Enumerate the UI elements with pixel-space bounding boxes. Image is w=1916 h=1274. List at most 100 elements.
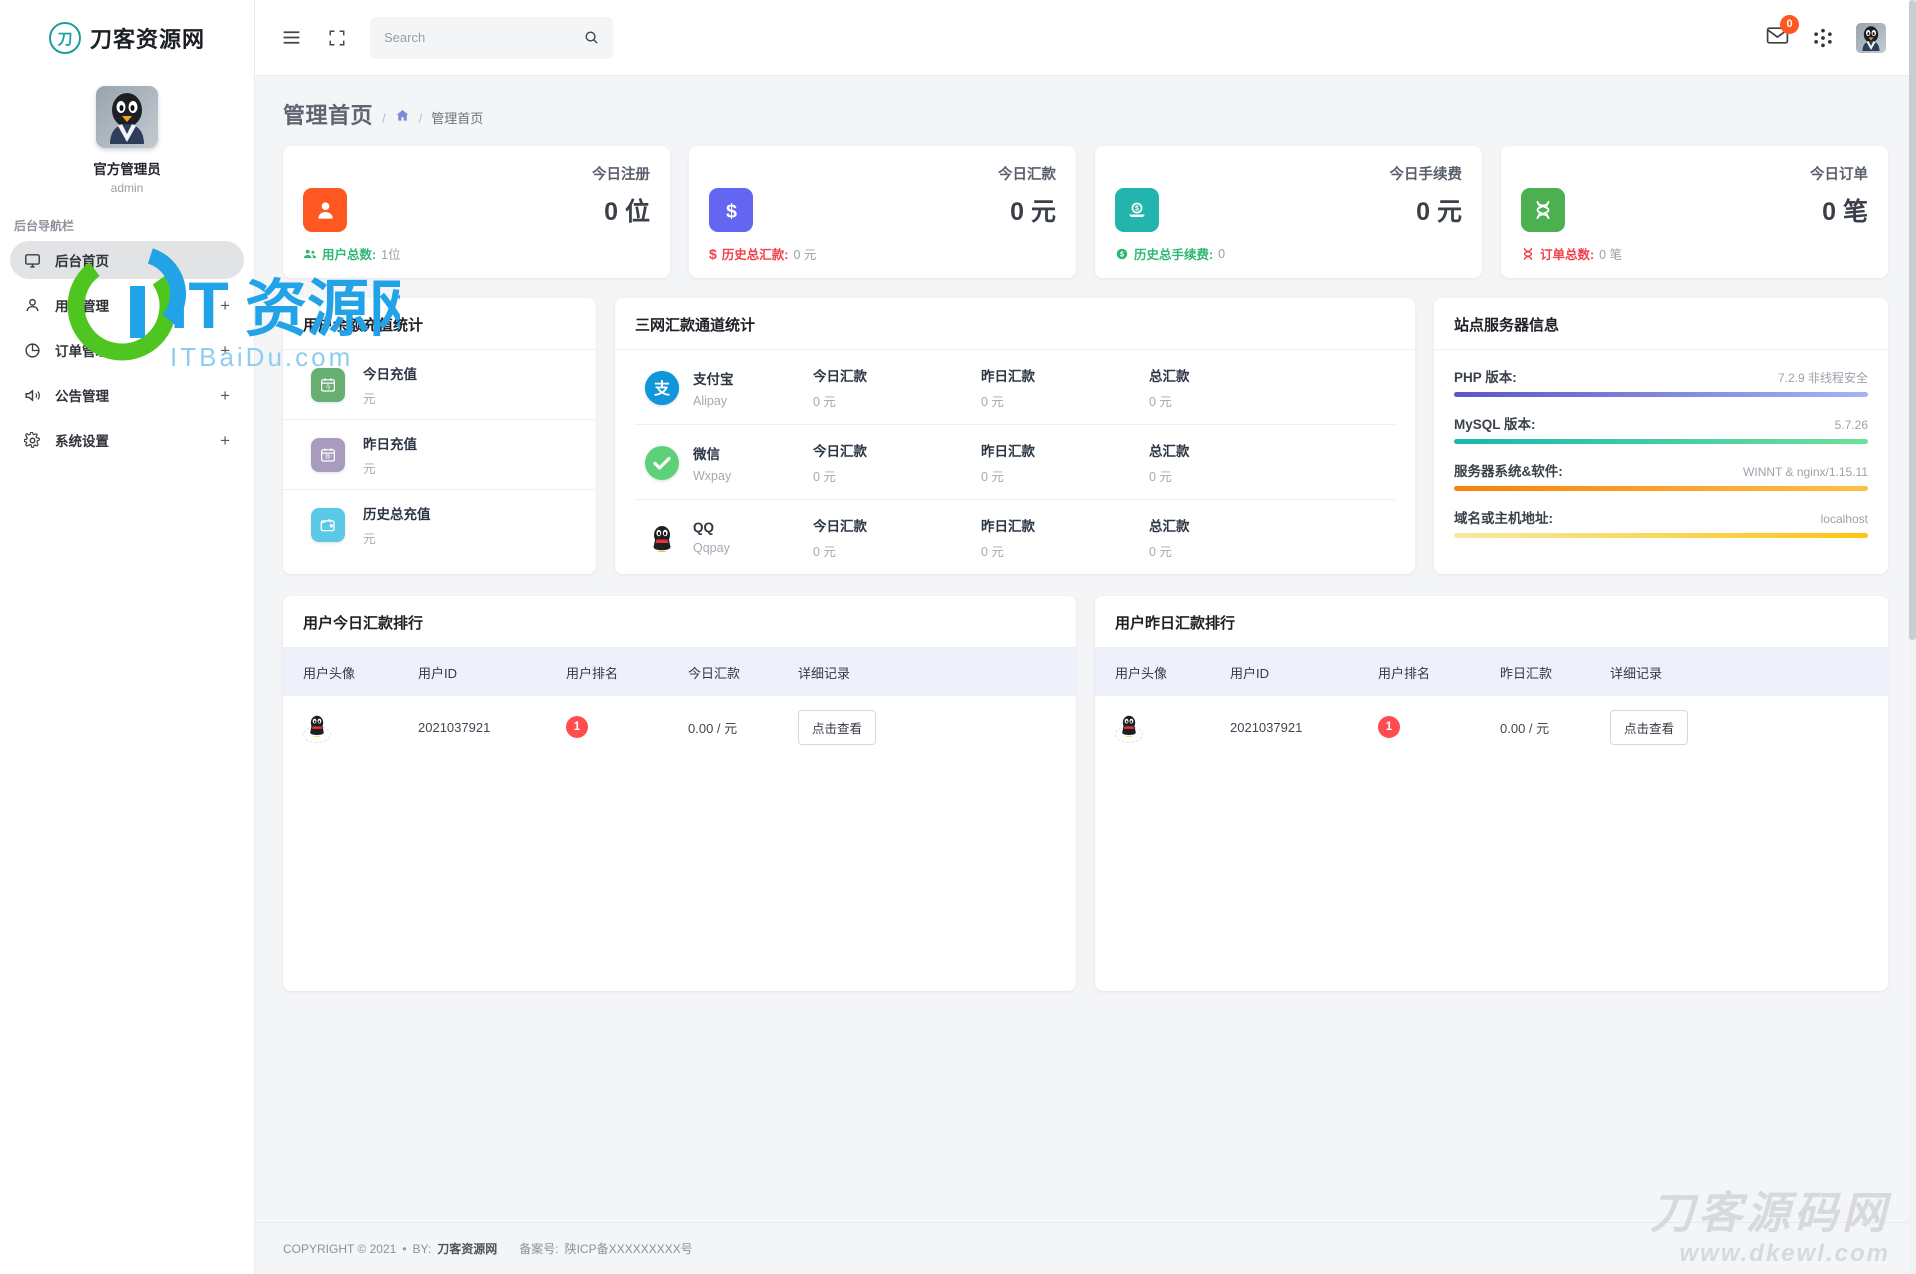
expand-icon[interactable]: + (220, 342, 230, 359)
expand-icon[interactable]: + (220, 432, 230, 449)
channel-col-header: 昨日汇款 (981, 444, 1035, 459)
footer-icp-value: 陕ICP备XXXXXXXXX号 (564, 1242, 693, 1256)
card-title: 站点服务器信息 (1434, 298, 1888, 350)
mail-icon[interactable]: 0 (1765, 14, 1799, 53)
apps-icon[interactable] (1812, 27, 1834, 49)
recharge-row: 今 今日充值 元 (283, 350, 596, 419)
calendar-today-icon: 今 (311, 368, 345, 402)
channel-col-header: 今日汇款 (813, 369, 867, 384)
table-row: 2021037921 1 0.00 / 元 点击查看 (283, 696, 1076, 758)
sidebar-item-dashboard[interactable]: 后台首页 (10, 241, 244, 279)
expand-icon[interactable]: + (220, 297, 230, 314)
svg-text:$: $ (1135, 206, 1139, 213)
channel-col-header: 昨日汇款 (981, 519, 1035, 534)
footer-icp-label: 备案号: (519, 1242, 559, 1256)
page-footer: COPYRIGHT © 2021 • BY: 刀客资源网 备案号: 陕ICP备X… (255, 1222, 1916, 1274)
status-badge: 1 (1378, 716, 1400, 738)
channel-code: Wxpay (693, 468, 732, 483)
expand-icon[interactable]: + (220, 387, 230, 404)
channel-col-header: 总汇款 (1149, 369, 1190, 384)
coin-stack-icon: $ (1115, 188, 1159, 232)
calendar-yesterday-icon: 昨 (311, 438, 345, 472)
home-icon[interactable] (395, 108, 410, 123)
server-info-key: PHP 版本: (1454, 370, 1517, 385)
page-title: 管理首页 (283, 103, 374, 128)
row-rank-cell: 1 (1378, 716, 1500, 738)
server-info-value: 5.7.26 (1834, 418, 1868, 432)
channel-code: Alipay (693, 393, 728, 408)
recharge-name: 历史总充值 (363, 507, 431, 522)
col-header-detail: 详细记录 (1610, 665, 1663, 681)
search-icon[interactable] (584, 30, 599, 45)
recharge-name: 今日充值 (363, 367, 417, 382)
sidebar-nav: 后台首页 用户管理 + 订单管理 + 公告管理 + 系统设置 + (0, 241, 254, 459)
col-header-userid: 用户ID (418, 665, 458, 681)
brand-mark-icon: 刀 (48, 22, 81, 54)
recharge-unit: 元 (363, 462, 376, 476)
col-header-rank: 用户排名 (1378, 665, 1431, 681)
view-detail-button[interactable]: 点击查看 (798, 709, 877, 745)
sidebar-item-settings[interactable]: 系统设置 + (10, 421, 244, 459)
fullscreen-icon[interactable] (328, 29, 346, 47)
stat-value: 0 元 (1010, 198, 1056, 226)
recharge-row: 历史总充值 元 (283, 489, 596, 559)
user-profile: 官方管理员 admin (0, 76, 254, 195)
svg-text:支: 支 (653, 379, 671, 398)
hamburger-icon[interactable] (281, 27, 302, 48)
mail-badge: 0 (1780, 14, 1799, 34)
dna-icon (1521, 188, 1565, 232)
qq-penguin-avatar (1115, 715, 1143, 743)
server-info-bar (1454, 533, 1868, 538)
stat-foot-label: 用户总数: (322, 248, 377, 262)
channel-stats-card: 三网汇款通道统计 支 支付宝 Alipay 今日汇款 0 元 昨日汇款 0 元 … (615, 298, 1415, 574)
col-header-avatar: 用户头像 (1115, 665, 1168, 681)
channel-code: Qqpay (693, 541, 730, 555)
server-info-item: 域名或主机地址: localhost (1434, 491, 1888, 560)
row-amount: 0.00 / 元 (1500, 720, 1550, 736)
channel-value: 0 元 (813, 470, 836, 484)
channel-value: 0 元 (981, 395, 1004, 409)
channel-row-wxpay: 微信 Wxpay 今日汇款 0 元 昨日汇款 0 元 总汇款 0 元 (635, 424, 1395, 499)
rank-yesterday-card: 用户昨日汇款排行 用户头像 用户ID 用户排名 昨日汇款 详细记录 202103… (1095, 596, 1888, 991)
avatar[interactable] (96, 86, 158, 148)
stat-label: 今日订单 (1810, 167, 1868, 183)
stat-foot-label: 订单总数: (1540, 248, 1595, 262)
megaphone-icon (24, 386, 46, 404)
profile-username: admin (110, 181, 144, 195)
page-scrollbar-thumb[interactable] (1909, 0, 1916, 640)
col-header-amount: 今日汇款 (688, 665, 741, 681)
footer-dot: • (402, 1241, 407, 1256)
col-header-amount: 昨日汇款 (1500, 665, 1553, 681)
stat-label: 今日汇款 (998, 167, 1056, 183)
rank-row: 用户今日汇款排行 用户头像 用户ID 用户排名 今日汇款 详细记录 202103… (255, 596, 1916, 991)
col-header-userid: 用户ID (1230, 665, 1270, 681)
topbar-avatar[interactable] (1856, 22, 1886, 53)
sidebar-item-orders[interactable]: 订单管理 + (10, 331, 244, 369)
stat-cards-row: 今日注册 0 位 用户总数: 1位 今日汇款 $ 0 元 $ 历史总汇款: 0 … (255, 146, 1916, 278)
view-detail-button[interactable]: 点击查看 (1610, 709, 1689, 745)
row-action-cell: 点击查看 (1610, 709, 1868, 745)
dollar-icon: $ (709, 188, 753, 232)
stat-foot-value: 0 (1218, 246, 1226, 261)
server-info-key: 服务器系统&软件: (1454, 464, 1563, 479)
nav-section-title: 后台导航栏 (14, 219, 75, 233)
pie-chart-icon (24, 341, 46, 359)
channel-name: 微信 (693, 446, 720, 462)
channel-col-header: 昨日汇款 (981, 369, 1035, 384)
channel-col-header: 今日汇款 (813, 519, 867, 534)
search-box[interactable] (370, 16, 613, 59)
search-input[interactable] (384, 30, 584, 45)
recharge-row: 昨 昨日充值 元 (283, 419, 596, 489)
monitor-icon (24, 251, 46, 269)
footer-by-name[interactable]: 刀客资源网 (437, 1240, 497, 1257)
brand-logo[interactable]: 刀 刀客资源网 (0, 0, 254, 76)
sidebar-item-label: 用户管理 (55, 299, 109, 314)
table-header-row: 用户头像 用户ID 用户排名 今日汇款 详细记录 (283, 648, 1076, 696)
sidebar-item-announcements[interactable]: 公告管理 + (10, 376, 244, 414)
sidebar-item-users[interactable]: 用户管理 + (10, 286, 244, 324)
stat-card-today-fee: 今日手续费 $ 0 元 $ 历史总手续费: 0 (1095, 146, 1482, 278)
card-title: 三网汇款通道统计 (615, 298, 1415, 350)
breadcrumb-separator-2: / (418, 111, 423, 126)
server-info-item: MySQL 版本: 5.7.26 (1434, 397, 1888, 444)
row-rank-cell: 1 (566, 716, 688, 738)
